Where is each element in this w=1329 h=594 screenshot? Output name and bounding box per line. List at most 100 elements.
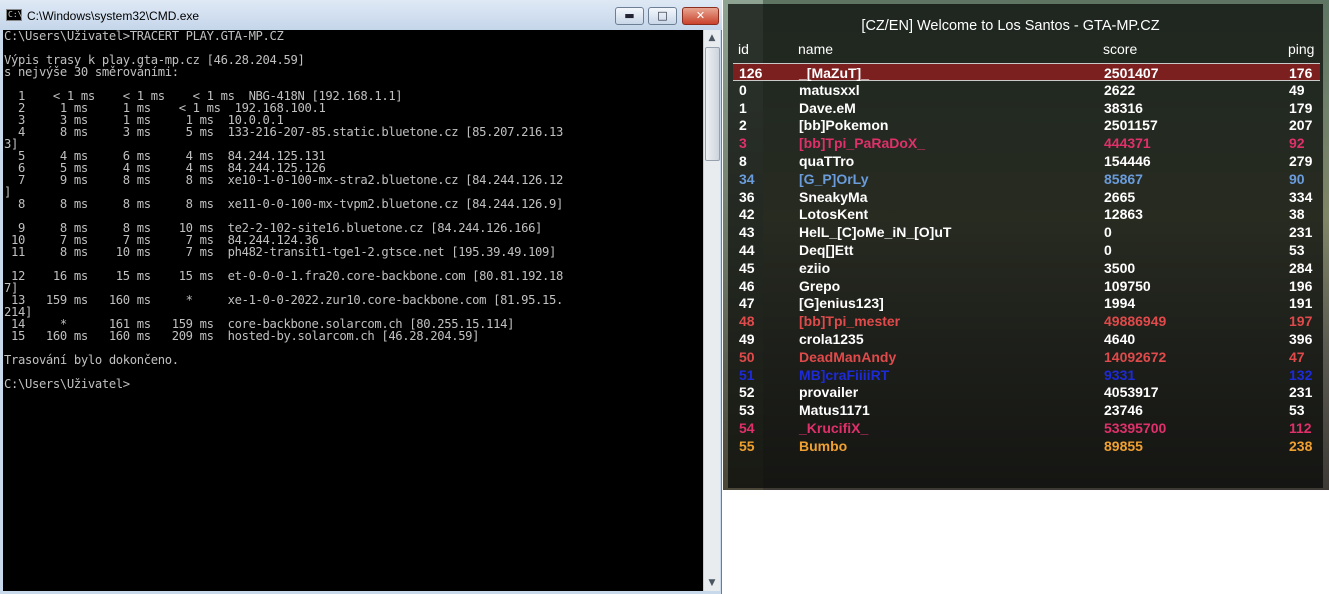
scoreboard-title: [CZ/EN] Welcome to Los Santos - GTA-MP.C…: [861, 18, 1160, 34]
maximize-button[interactable]: □: [648, 7, 677, 25]
player-row[interactable]: 51 MB]craFiiiiRT 9331 132: [728, 366, 1323, 384]
player-id: 53: [739, 402, 755, 419]
player-id: 8: [739, 152, 747, 169]
player-row[interactable]: 3 [bb]Tpi_PaRaDoX_ 444371 92: [728, 134, 1323, 152]
player-ping: 90: [1289, 170, 1305, 187]
player-score: 38316: [1104, 99, 1143, 116]
player-ping: 284: [1289, 259, 1313, 276]
player-row[interactable]: 34 [G_P]OrLy 85867 90: [728, 170, 1323, 188]
player-score: 89855: [1104, 437, 1143, 454]
player-score: 444371: [1104, 135, 1151, 152]
player-name: Bumbo: [799, 437, 848, 454]
column-header-name: name: [798, 41, 834, 57]
player-row[interactable]: 0 matusxxl 2622 49: [728, 81, 1323, 99]
player-id: 42: [739, 206, 755, 223]
player-ping: 207: [1289, 117, 1313, 134]
scrollbar-thumb[interactable]: [705, 47, 720, 161]
player-ping: 92: [1289, 135, 1305, 152]
player-row[interactable]: 52 provailer 4053917 231: [728, 383, 1323, 401]
player-id: 0: [739, 81, 747, 98]
player-id: 55: [739, 437, 755, 454]
player-score: 2501157: [1104, 117, 1158, 134]
cmd-app-icon[interactable]: C:\: [6, 9, 22, 21]
column-header-id: id: [738, 41, 749, 57]
close-button[interactable]: ✕: [682, 7, 719, 25]
player-ping: 38: [1289, 206, 1305, 223]
player-score: 3500: [1104, 259, 1136, 276]
player-score: 53395700: [1104, 419, 1167, 436]
scroll-up-icon[interactable]: ▲: [704, 30, 720, 46]
vertical-scrollbar[interactable]: ▲ ▼: [703, 30, 720, 591]
player-row[interactable]: 55 Bumbo 89855 238: [728, 437, 1323, 455]
minimize-button[interactable]: ▬: [615, 7, 644, 25]
player-id: 43: [739, 224, 755, 241]
player-score: 23746: [1104, 402, 1143, 419]
player-name: [G]enius123]: [799, 295, 884, 312]
player-row[interactable]: 2 [bb]Pokemon 2501157 207: [728, 116, 1323, 134]
player-ping: 197: [1289, 313, 1313, 330]
player-ping: 112: [1289, 419, 1312, 436]
player-row-selected[interactable]: 126 _[MaZuT]_ 2501407 176: [733, 63, 1320, 81]
player-name: Matus1171: [799, 402, 870, 419]
player-name: eziio: [799, 259, 831, 276]
player-row[interactable]: 46 Grepo 109750 196: [728, 277, 1323, 295]
player-id: 52: [739, 384, 755, 401]
player-ping: 47: [1289, 348, 1305, 365]
cmd-window: C:\ C:\Windows\system32\CMD.exe ▬ □ ✕ C:…: [0, 0, 722, 594]
player-row[interactable]: 53 Matus1171 23746 53: [728, 401, 1323, 419]
player-row[interactable]: 54 _KrucifiX_ 53395700 112: [728, 419, 1323, 437]
player-row[interactable]: 50 DeadManAndy 14092672 47: [728, 348, 1323, 366]
player-row[interactable]: 1 Dave.eM 38316 179: [728, 99, 1323, 117]
player-name: [bb]Pokemon: [799, 117, 889, 134]
player-score: 85867: [1104, 170, 1143, 187]
player-ping: 334: [1289, 188, 1313, 205]
player-name: matusxxl: [799, 81, 860, 98]
player-name: DeadManAndy: [799, 348, 897, 365]
player-name: quaTTro: [799, 152, 855, 169]
player-id: 48: [739, 313, 755, 330]
player-ping: 231: [1289, 384, 1313, 401]
player-score: 4053917: [1104, 384, 1159, 401]
player-id: 49: [739, 330, 755, 347]
player-score: 1994: [1104, 295, 1136, 312]
player-id: 47: [739, 295, 755, 312]
player-ping: 396: [1289, 330, 1313, 347]
cmd-titlebar[interactable]: C:\ C:\Windows\system32\CMD.exe ▬ □ ✕: [0, 0, 722, 30]
player-row[interactable]: 43 HelL_[C]oMe_iN_[O]uT 0 231: [728, 223, 1323, 241]
player-row[interactable]: 47 [G]enius123] 1994 191: [728, 294, 1323, 312]
player-id: 45: [739, 259, 755, 276]
player-id: 3: [739, 135, 747, 152]
scoreboard-header: id name score ping: [728, 41, 1323, 57]
player-row[interactable]: 36 SneakyMa 2665 334: [728, 188, 1323, 206]
player-row[interactable]: 49 crola1235 4640 396: [728, 330, 1323, 348]
scroll-down-icon[interactable]: ▼: [704, 575, 720, 591]
player-row[interactable]: 45 eziio 3500 284: [728, 259, 1323, 277]
player-name: [G_P]OrLy: [799, 170, 869, 187]
player-score: 2501407: [1104, 65, 1159, 81]
player-ping: 238: [1289, 437, 1313, 454]
player-score: 109750: [1104, 277, 1151, 294]
player-row[interactable]: 48 [bb]Tpi_mester 49886949 197: [728, 312, 1323, 330]
player-name: HelL_[C]oMe_iN_[O]uT: [799, 224, 952, 241]
player-score: 49886949: [1104, 313, 1167, 330]
player-name: [bb]Tpi_PaRaDoX_: [799, 135, 926, 152]
player-score: 0: [1104, 224, 1112, 241]
player-id: 126: [739, 65, 763, 81]
player-score: 4640: [1104, 330, 1136, 347]
player-name: LotosKent: [799, 206, 869, 223]
player-list: 126 _[MaZuT]_ 2501407 176 0 matusxxl 2622 49 1 Da…: [728, 63, 1323, 455]
player-score: 154446: [1104, 152, 1151, 169]
player-row[interactable]: 8 quaTTro 154446 279: [728, 152, 1323, 170]
player-id: 36: [739, 188, 755, 205]
player-row[interactable]: 42 LotosKent 12863 38: [728, 205, 1323, 223]
player-score: 0: [1104, 241, 1112, 258]
player-name: Grepo: [799, 277, 841, 294]
column-header-ping: ping: [1288, 41, 1315, 57]
cmd-window-title: C:\Windows\system32\CMD.exe: [27, 9, 200, 23]
player-ping: 179: [1289, 99, 1313, 116]
player-id: 44: [739, 241, 755, 258]
player-id: 51: [739, 366, 755, 383]
console-output[interactable]: C:\Users\Uživatel>TRACERT PLAY.GTA-MP.CZ…: [3, 30, 703, 591]
player-ping: 132: [1289, 366, 1313, 383]
player-row[interactable]: 44 Deq[]Ett 0 53: [728, 241, 1323, 259]
